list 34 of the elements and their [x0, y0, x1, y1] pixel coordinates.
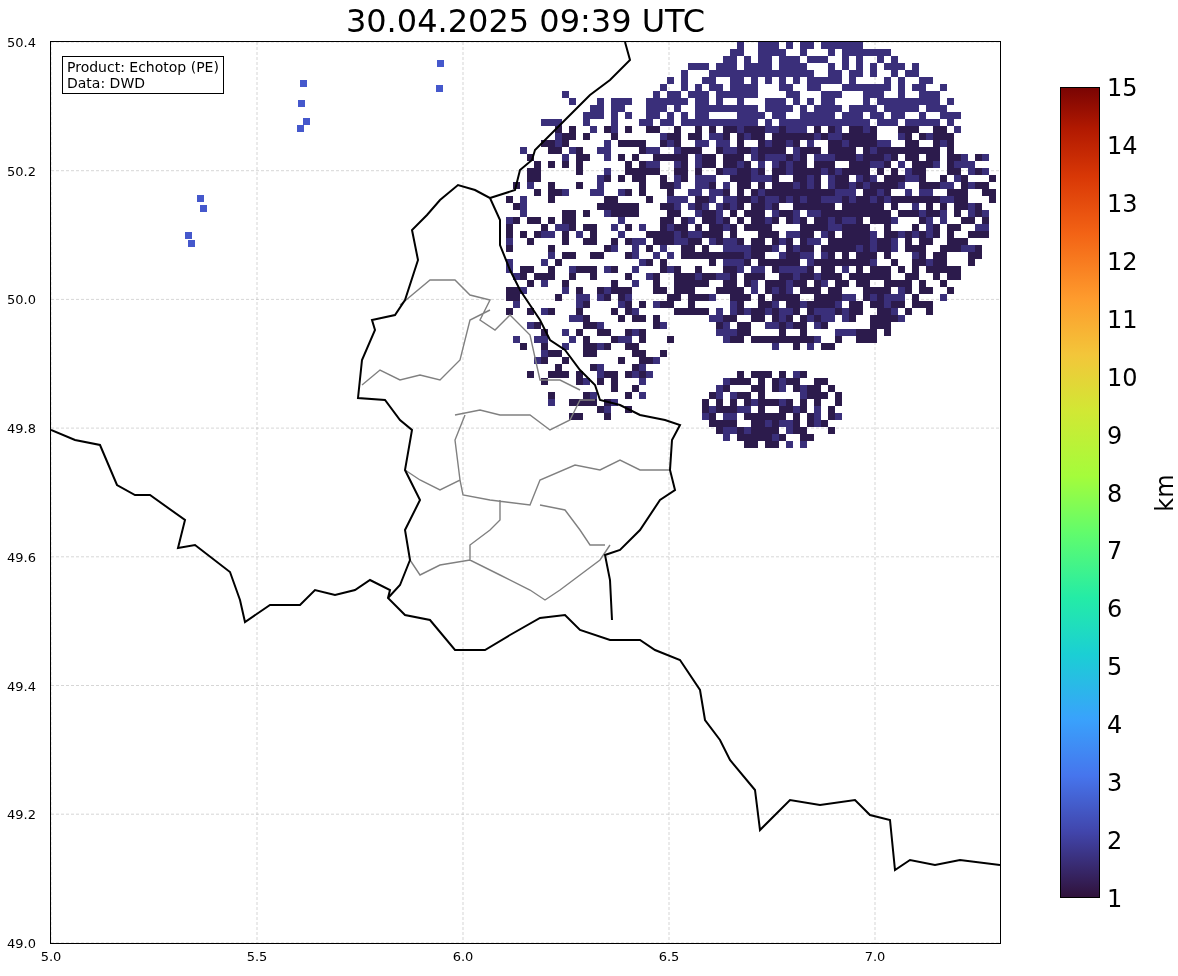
colorbar-tick-label: 2	[1107, 829, 1123, 854]
info-text: Product: Echotop (PE)	[67, 59, 219, 75]
colorbar-tick-label: 15	[1107, 76, 1138, 100]
colorbar-tick-label: 4	[1107, 713, 1123, 738]
y-tick-label: 49.6	[7, 549, 36, 565]
colorbar-tick-label: 3	[1107, 771, 1123, 796]
x-tick-label: 6.5	[658, 949, 680, 964]
colorbar-tick-label: 11	[1107, 307, 1138, 332]
chart-title: 30.04.2025 09:39 UTC	[344, 1, 707, 42]
x-tick-label: 5.5	[246, 949, 268, 964]
x-tick-label: 7.0	[864, 949, 886, 964]
y-tick-label: 50.2	[7, 163, 36, 179]
y-tick-label: 50.4	[7, 34, 36, 50]
y-tick-label: 49.2	[7, 806, 36, 822]
colorbar-tick-label: 1	[1107, 887, 1123, 911]
y-tick-label: 50.0	[7, 291, 36, 307]
radar-echo-drawing	[185, 195, 207, 247]
colorbar-tick-label: 10	[1107, 365, 1138, 390]
x-tick-label: 5.0	[40, 949, 62, 964]
colorbar-tick-label: 5	[1107, 655, 1123, 680]
y-tick-label: 49.0	[7, 935, 36, 951]
colorbar-tick-label: 12	[1107, 249, 1138, 274]
colorbar-tick-label: 13	[1107, 191, 1138, 216]
colorbar-tick-label: 7	[1107, 539, 1123, 564]
x-tick-label: 6.0	[452, 949, 474, 964]
colorbar-tick-label: 14	[1107, 133, 1138, 158]
y-tick-label: 49.8	[7, 420, 36, 436]
radar-echo-drawing	[297, 80, 310, 132]
colorbar-tick-label: 6	[1107, 597, 1123, 622]
colorbar-tick-label: 9	[1107, 423, 1123, 448]
colorbar-label: km	[1150, 473, 1178, 512]
info-text: Data: DWD	[67, 75, 146, 91]
colorbar-tick-label: 8	[1107, 481, 1123, 506]
y-tick-label: 49.4	[7, 678, 36, 693]
